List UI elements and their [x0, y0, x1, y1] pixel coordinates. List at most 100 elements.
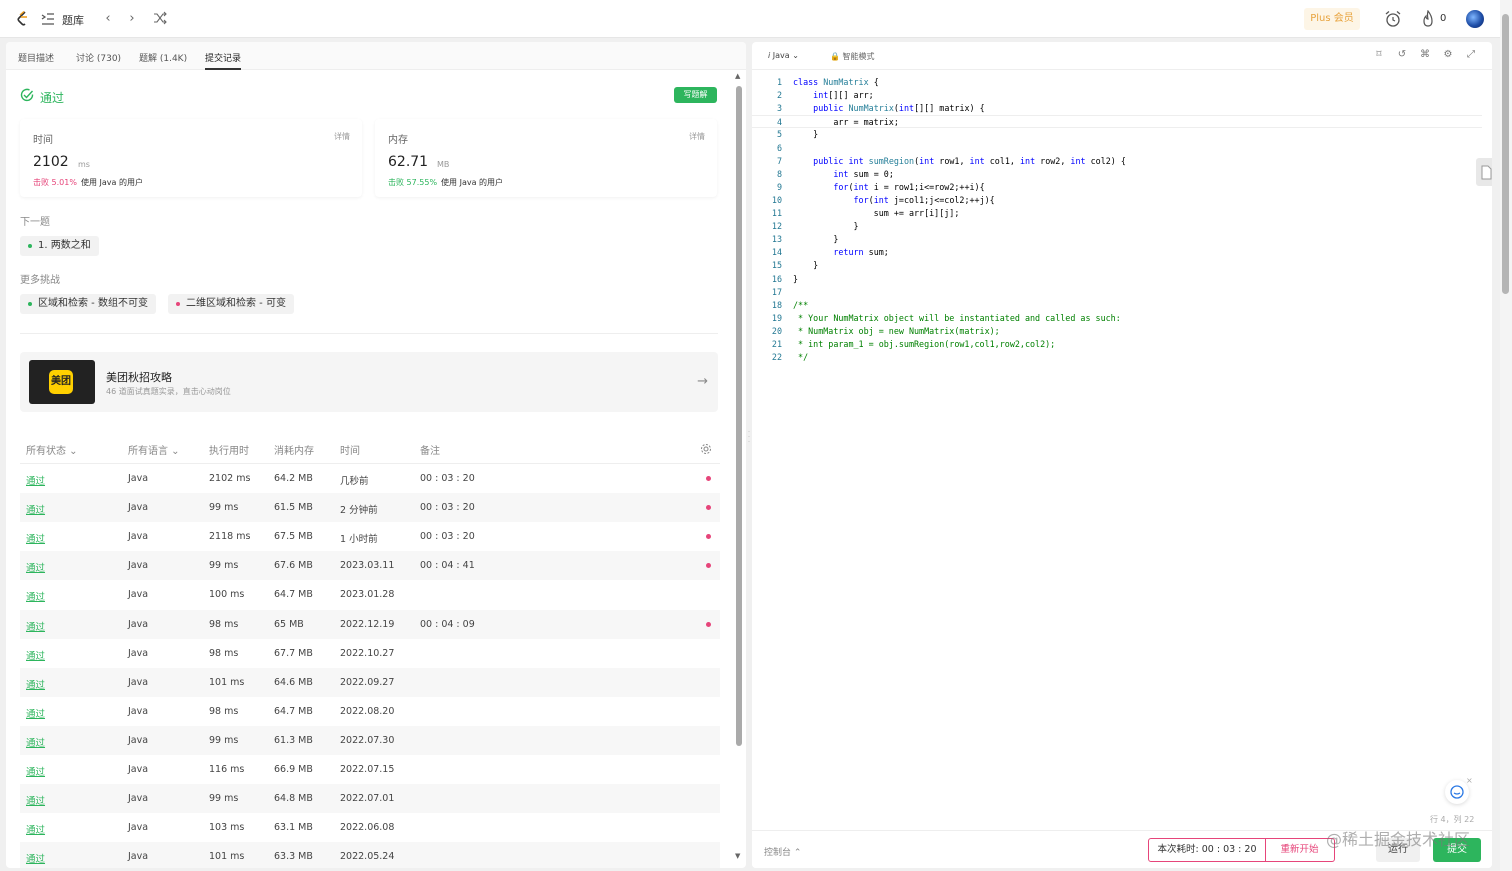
promo-banner[interactable]: 美团 美团秋招攻略 46 道面试真题实录，直击心动岗位 →	[20, 352, 718, 412]
shuffle-icon[interactable]	[153, 11, 167, 25]
shortcut-icon[interactable]: ⌘	[1419, 49, 1431, 61]
status-link[interactable]: 通过	[26, 851, 45, 865]
next-problem-chip[interactable]: 1. 两数之和	[20, 236, 99, 256]
tab-discussion[interactable]: 讨论 (730)	[76, 51, 121, 64]
scroll-down-icon[interactable]: ▼	[735, 852, 740, 860]
plus-member-button[interactable]: Plus 会员	[1304, 8, 1360, 30]
code-line[interactable]: 6	[752, 142, 1482, 155]
status-link[interactable]: 通过	[26, 735, 45, 749]
code-line[interactable]: 22 */	[752, 351, 1482, 364]
runtime-cell: 2102 ms	[209, 473, 251, 484]
table-row[interactable]: 通过 Java 2102 ms 64.2 MB 几秒前 00 : 03 : 20	[20, 464, 720, 493]
bookmark-icon[interactable]: ⌑	[1373, 49, 1385, 61]
code-line[interactable]: 3 public NumMatrix(int[][] matrix) {	[752, 102, 1482, 115]
page-scroll-thumb[interactable]	[1502, 14, 1509, 294]
alarm-clock-icon[interactable]	[1384, 10, 1402, 28]
reset-icon[interactable]: ↺	[1396, 49, 1408, 61]
note-cell: 00 : 03 : 20	[420, 502, 475, 514]
table-row[interactable]: 通过 Java 98 ms 65 MB 2022.12.19 00 : 04 : 09	[20, 609, 720, 639]
status-link[interactable]: 通过	[26, 648, 45, 662]
table-row[interactable]: 通过 Java 101 ms 63.3 MB 2022.05.24	[20, 842, 720, 868]
code-line[interactable]: 4 arr = matrix;	[752, 115, 1482, 129]
table-row[interactable]: 通过 Java 98 ms 64.7 MB 2022.08.20	[20, 697, 720, 726]
table-row[interactable]: 通过 Java 99 ms 67.6 MB 2023.03.11 00 : 04 : 41	[20, 551, 720, 581]
problem-list-icon[interactable]	[41, 12, 55, 26]
gear-icon[interactable]: ⚙	[1442, 49, 1454, 61]
status-link[interactable]: 通过	[26, 502, 45, 516]
table-row[interactable]: 通过 Java 98 ms 67.7 MB 2022.10.27	[20, 639, 720, 668]
code-editor[interactable]: 1 class NumMatrix {2 int[][] arr; 3 public…	[752, 70, 1482, 830]
status-link[interactable]: 通过	[26, 589, 45, 603]
left-scrollbar[interactable]: ▲ ▼	[735, 72, 743, 862]
medium-dot	[176, 302, 180, 306]
code-line[interactable]: 12 }	[752, 220, 1482, 233]
code-line[interactable]: 17	[752, 286, 1482, 299]
table-row[interactable]: 通过 Java 116 ms 66.9 MB 2022.07.15	[20, 755, 720, 784]
challenge-chip[interactable]: 区域和检索 - 数组不可变	[20, 294, 156, 314]
fullscreen-icon[interactable]: ⤢	[1465, 49, 1477, 61]
code-line[interactable]: 11 sum += arr[i][j];	[752, 207, 1482, 220]
page-scrollbar[interactable]	[1500, 0, 1512, 871]
runtime-beat-percent: 击败 5.01%	[33, 178, 77, 187]
table-row[interactable]: 通过 Java 99 ms 61.3 MB 2022.07.30	[20, 725, 720, 755]
status-link[interactable]: 通过	[26, 706, 45, 720]
tab-solutions[interactable]: 题解 (1.4K)	[139, 51, 187, 64]
file-icon[interactable]	[1476, 158, 1492, 186]
problem-bank-link[interactable]: 题库	[62, 12, 84, 28]
code-line[interactable]: 19 * Your NumMatrix object will be insta…	[752, 312, 1482, 325]
code-line[interactable]: 14 return sum;	[752, 246, 1482, 259]
scroll-up-icon[interactable]: ▲	[735, 72, 740, 80]
code-line[interactable]: 10 for(int j=col1;j<=col2;++j){	[752, 194, 1482, 207]
code-line[interactable]: 8 int sum = 0;	[752, 168, 1482, 181]
divider	[20, 333, 718, 334]
memory-label: 内存	[388, 135, 408, 146]
gear-icon[interactable]	[700, 443, 712, 455]
code-line[interactable]: 21 * int param_1 = obj.sumRegion(row1,co…	[752, 338, 1482, 351]
code-line[interactable]: 5 }	[752, 128, 1482, 141]
status-link[interactable]: 通过	[26, 822, 45, 836]
status-link[interactable]: 通过	[26, 764, 45, 778]
code-text: }	[793, 221, 859, 232]
memory-detail-link[interactable]: 详情	[689, 131, 705, 142]
status-link[interactable]: 通过	[26, 793, 45, 807]
table-row[interactable]: 通过 Java 99 ms 61.5 MB 2 分钟前 00 : 03 : 20	[20, 493, 720, 523]
status-link[interactable]: 通过	[26, 619, 45, 633]
prev-problem-icon[interactable]: ‹	[100, 10, 116, 28]
close-icon[interactable]: ×	[1466, 776, 1473, 785]
restart-button[interactable]: 重新开始	[1265, 838, 1335, 862]
code-line[interactable]: 18 /**	[752, 299, 1482, 312]
write-solution-button[interactable]: 写题解	[674, 87, 717, 103]
table-row[interactable]: 通过 Java 101 ms 64.6 MB 2022.09.27	[20, 667, 720, 697]
tab-description[interactable]: 题目描述	[18, 51, 54, 64]
scroll-thumb[interactable]	[736, 86, 742, 746]
status-link[interactable]: 通过	[26, 560, 45, 574]
table-row[interactable]: 通过 Java 2118 ms 67.5 MB 1 小时前 00 : 03 : 20	[20, 522, 720, 551]
code-line[interactable]: 2 int[][] arr;	[752, 89, 1482, 102]
table-row[interactable]: 通过 Java 100 ms 64.7 MB 2023.01.28	[20, 580, 720, 609]
leetcode-logo-icon[interactable]	[16, 11, 30, 27]
challenge-chip[interactable]: 二维区域和检索 - 可变	[168, 294, 294, 314]
status-link[interactable]: 通过	[26, 473, 45, 487]
language-select[interactable]: i Java ⌄	[768, 51, 799, 60]
code-line[interactable]: 1 class NumMatrix {	[752, 76, 1482, 89]
smart-mode-toggle[interactable]: 🔒 智能模式	[830, 51, 875, 62]
code-line[interactable]: 13 }	[752, 233, 1482, 246]
code-line[interactable]: 7 public int sumRegion(int row1, int col…	[752, 155, 1482, 168]
code-line[interactable]: 16}	[752, 273, 1482, 286]
table-row[interactable]: 通过 Java 99 ms 64.8 MB 2022.07.01	[20, 784, 720, 814]
language-filter[interactable]: 所有语言 ⌄	[128, 442, 180, 457]
status-filter[interactable]: 所有状态 ⌄	[26, 442, 78, 457]
status-link[interactable]: 通过	[26, 677, 45, 691]
user-avatar[interactable]	[1466, 10, 1484, 28]
console-toggle[interactable]: 控制台 ⌃	[764, 845, 801, 858]
runtime-cell: 98 ms	[209, 705, 239, 717]
code-line[interactable]: 20 * NumMatrix obj = new NumMatrix(matri…	[752, 325, 1482, 338]
code-line[interactable]: 15 }	[752, 259, 1482, 272]
table-row[interactable]: 通过 Java 103 ms 63.1 MB 2022.06.08	[20, 813, 720, 842]
code-line[interactable]: 9 for(int i = row1;i<=row2;++i){	[752, 181, 1482, 194]
next-problem-icon[interactable]: ›	[124, 10, 140, 28]
status-link[interactable]: 通过	[26, 531, 45, 545]
runtime-detail-link[interactable]: 详情	[334, 131, 350, 142]
tab-submissions[interactable]: 提交记录	[205, 51, 241, 64]
fire-icon[interactable]	[1421, 10, 1435, 28]
